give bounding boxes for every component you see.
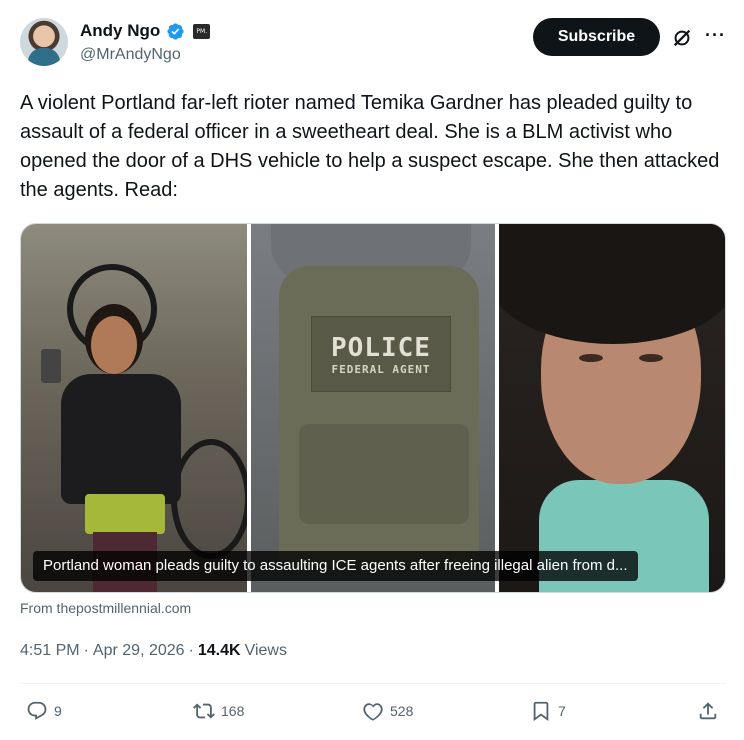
affiliation-badge[interactable]: PM.: [193, 23, 211, 39]
vest-pocket: [299, 424, 469, 524]
tweet-meta: 4:51 PM · Apr 29, 2026 · 14.4K Views: [20, 642, 287, 660]
reply-icon: [27, 701, 47, 720]
bookmark-button[interactable]: 7: [530, 700, 566, 722]
like-button[interactable]: 528: [362, 700, 413, 722]
skirt: [85, 494, 165, 534]
reply-count: 9: [54, 703, 62, 719]
patch-police-text: POLICE: [331, 332, 431, 363]
card-photo-police-vest: POLICE FEDERAL AGENT: [251, 224, 495, 592]
person-head: [91, 316, 137, 374]
views-label: Views: [244, 642, 287, 659]
subscribe-button[interactable]: Subscribe: [533, 18, 660, 56]
police-patch: POLICE FEDERAL AGENT: [311, 316, 451, 392]
author-name-row: Andy Ngo PM.: [80, 20, 211, 42]
card-photo-woman-selfie: [499, 224, 725, 592]
reply-button[interactable]: 9: [26, 700, 62, 722]
link-card[interactable]: POLICE FEDERAL AGENT Portland woman plea…: [20, 223, 726, 593]
heart-icon: [363, 703, 383, 721]
action-bar: 9 168 528 7: [0, 700, 744, 730]
repost-button[interactable]: 168: [193, 700, 244, 722]
share-button[interactable]: [697, 700, 719, 722]
share-icon: [699, 702, 717, 720]
tweet-time[interactable]: 4:51 PM: [20, 642, 80, 660]
eye: [639, 354, 663, 362]
repost-count: 168: [221, 703, 245, 719]
grok-icon[interactable]: [671, 27, 693, 49]
bookmark-count: 7: [558, 703, 566, 719]
views-count: 14.4K: [197, 642, 241, 659]
meta-separator: ·: [83, 642, 89, 659]
phone: [41, 349, 61, 383]
person-body: [61, 374, 181, 504]
eye: [579, 354, 603, 362]
bicycle-wheel: [171, 439, 247, 559]
hat: [499, 224, 725, 344]
bookmark-icon: [533, 701, 549, 722]
card-caption[interactable]: Portland woman pleads guilty to assaulti…: [33, 551, 638, 581]
card-source[interactable]: From thepostmillennial.com: [20, 600, 191, 616]
meta-separator: ·: [188, 642, 194, 659]
patch-agent-text: FEDERAL AGENT: [331, 362, 431, 376]
divider: [20, 683, 726, 684]
avatar[interactable]: [20, 18, 68, 66]
author-handle[interactable]: @MrAndyNgo: [80, 46, 181, 64]
repost-icon: [193, 703, 215, 719]
author-name[interactable]: Andy Ngo: [80, 21, 160, 41]
verified-badge-icon: [167, 22, 184, 40]
more-options-icon[interactable]: ···: [705, 25, 726, 46]
tweet-text: A violent Portland far-left rioter named…: [20, 92, 720, 201]
card-photo-woman-with-bicycle: [21, 224, 247, 592]
like-count: 528: [390, 703, 414, 719]
tweet-date[interactable]: Apr 29, 2026: [93, 642, 185, 660]
